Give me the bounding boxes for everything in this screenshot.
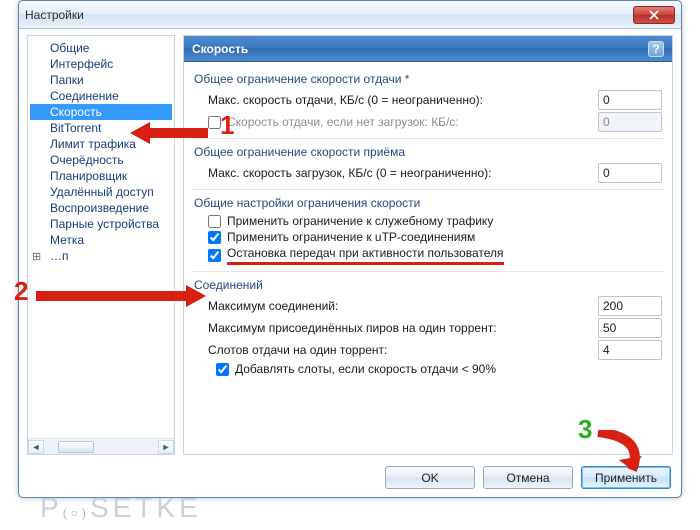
close-button[interactable] — [633, 6, 675, 24]
limit-stop-row[interactable]: Остановка передач при активности пользов… — [194, 246, 662, 265]
limit-utp-checkbox[interactable] — [208, 231, 221, 244]
sidebar-item-folders[interactable]: Папки — [30, 72, 172, 88]
sidebar-item-queue[interactable]: Очерёдность — [30, 152, 172, 168]
sidebar-item-paired-devices[interactable]: Парные устройства — [30, 216, 172, 232]
limit-stop-checkbox[interactable] — [208, 249, 221, 262]
group-limits-title: Общие настройки ограничения скорости — [194, 196, 662, 210]
upload-alt-checkbox[interactable] — [208, 116, 221, 129]
scroll-right-icon[interactable]: ► — [158, 440, 174, 454]
sidebar-item-speed[interactable]: Скорость — [30, 104, 172, 120]
max-peers-input[interactable] — [598, 318, 662, 338]
addslots-checkbox[interactable] — [216, 363, 229, 376]
group-conn-title: Соединений — [194, 278, 662, 292]
dialog-buttons: OK Отмена Применить — [385, 466, 671, 489]
sidebar-item-bittorrent[interactable]: BitTorrent — [30, 120, 172, 136]
download-rate-input[interactable] — [598, 163, 662, 183]
sidebar-item-connection[interactable]: Соединение — [30, 88, 172, 104]
titlebar[interactable]: Настройки — [19, 1, 681, 29]
limit-overhead-checkbox[interactable] — [208, 215, 221, 228]
limit-overhead-row[interactable]: Применить ограничение к служебному трафи… — [194, 214, 662, 228]
content-panel: Скорость ? Общее ограничение скорости от… — [183, 35, 673, 455]
max-peers-label: Максимум присоединённых пиров на один то… — [194, 321, 598, 335]
settings-window: Настройки Общие Интерфейс Папки Соединен… — [18, 0, 682, 498]
divider — [192, 138, 664, 139]
download-rate-label: Макс. скорость загрузок, КБ/с (0 = неогр… — [194, 166, 598, 180]
addslots-row[interactable]: Добавлять слоты, если скорость отдачи < … — [194, 362, 662, 376]
upload-alt-label: Скорость отдачи, если нет загрузок: КБ/с… — [227, 115, 459, 129]
sidebar-item-playback[interactable]: Воспроизведение — [30, 200, 172, 216]
upload-alt-row[interactable]: Скорость отдачи, если нет загрузок: КБ/с… — [194, 115, 598, 129]
sidebar-hscrollbar[interactable]: ◄ ► — [28, 438, 174, 454]
max-conn-label: Максимум соединений: — [194, 299, 598, 313]
help-button[interactable]: ? — [648, 41, 664, 57]
scroll-thumb[interactable] — [58, 441, 94, 453]
panel-title: Скорость — [192, 42, 648, 56]
sidebar-item-label[interactable]: Метка — [30, 232, 172, 248]
upload-rate-input[interactable] — [598, 90, 662, 110]
addslots-label: Добавлять слоты, если скорость отдачи < … — [235, 362, 496, 376]
scroll-track[interactable] — [44, 440, 158, 454]
sidebar-item-scheduler[interactable]: Планировщик — [30, 168, 172, 184]
sidebar-item-interface[interactable]: Интерфейс — [30, 56, 172, 72]
limit-stop-label: Остановка передач при активности пользов… — [227, 246, 504, 265]
divider — [192, 189, 664, 190]
window-title: Настройки — [25, 8, 633, 22]
limit-utp-row[interactable]: Применить ограничение к uTP-соединениям — [194, 230, 662, 244]
apply-button[interactable]: Применить — [581, 466, 671, 489]
watermark: P(○)SETKE — [40, 492, 202, 524]
slots-label: Слотов отдачи на один торрент: — [194, 343, 598, 357]
sidebar-item-remote[interactable]: Удалённый доступ — [30, 184, 172, 200]
help-icon: ? — [652, 42, 659, 56]
close-icon — [649, 10, 659, 20]
upload-rate-label: Макс. скорость отдачи, КБ/с (0 = неогран… — [194, 93, 598, 107]
group-download-title: Общее ограничение скорости приёма — [194, 145, 662, 159]
cancel-button[interactable]: Отмена — [483, 466, 573, 489]
sidebar-item-traffic-limit[interactable]: Лимит трафика — [30, 136, 172, 152]
limit-overhead-label: Применить ограничение к служебному трафи… — [227, 214, 493, 228]
sidebar: Общие Интерфейс Папки Соединение Скорост… — [27, 35, 175, 455]
panel-body: Общее ограничение скорости отдачи * Макс… — [184, 62, 672, 454]
group-upload-title: Общее ограничение скорости отдачи * — [194, 72, 662, 86]
category-tree: Общие Интерфейс Папки Соединение Скорост… — [28, 36, 174, 438]
upload-alt-input — [598, 112, 662, 132]
sidebar-item-advanced[interactable]: …п — [30, 248, 172, 264]
divider — [192, 271, 664, 272]
limit-utp-label: Применить ограничение к uTP-соединениям — [227, 230, 475, 244]
scroll-left-icon[interactable]: ◄ — [28, 440, 44, 454]
slots-input[interactable] — [598, 340, 662, 360]
sidebar-item-general[interactable]: Общие — [30, 40, 172, 56]
panel-header: Скорость ? — [184, 36, 672, 62]
ok-button[interactable]: OK — [385, 466, 475, 489]
max-conn-input[interactable] — [598, 296, 662, 316]
